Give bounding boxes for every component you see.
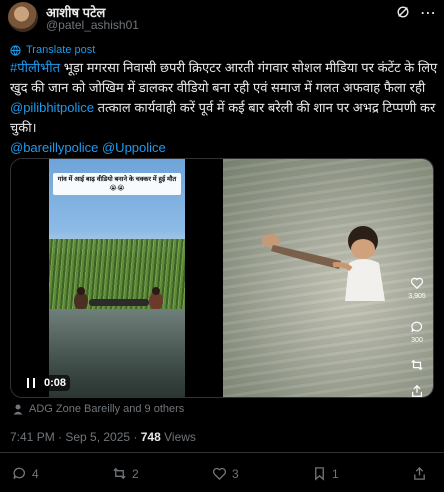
video-repost-action[interactable] <box>401 358 433 375</box>
bookmark-icon <box>315 467 324 481</box>
video-like-count: 3,905 <box>408 293 426 300</box>
translate-label: Translate post <box>26 44 96 56</box>
video-left-panel: गांव में आई बाढ़ वीडियो बनाने के चक्कर म… <box>11 159 223 397</box>
repost-count: 2 <box>132 466 139 481</box>
video-share-action[interactable] <box>401 384 433 401</box>
mention-link-uppolice[interactable]: @Uppolice <box>102 140 166 155</box>
video-like-action[interactable]: 3,905 <box>401 276 433 300</box>
translate-post-link[interactable]: Translate post <box>10 44 95 56</box>
mention-link-bareillypolice[interactable]: @bareillypolice <box>10 140 98 155</box>
video-comment-count: 300 <box>411 337 423 344</box>
repost-button[interactable]: 2 <box>112 466 139 481</box>
tweet-meta: 7:41 PM · Sep 5, 2025 · 748 Views <box>10 430 196 444</box>
video-timestamp: 0:08 <box>40 375 71 391</box>
bookmark-count: 1 <box>332 466 339 481</box>
tweet-header: आशीष पटेल @patel_ashish01 ⋯ <box>0 0 444 36</box>
video-controls[interactable]: 0:08 <box>27 375 71 391</box>
video-player[interactable]: गांव में आई बाढ़ वीडियो बनाने के चक्कर म… <box>10 158 434 398</box>
translate-icon <box>10 44 21 56</box>
views-count: 748 <box>140 430 161 444</box>
views-label: Views <box>160 430 196 444</box>
repost-icon <box>113 467 126 480</box>
video-comment-action[interactable]: 300 <box>401 320 433 344</box>
grok-icon[interactable] <box>396 5 410 19</box>
tweet-actions: 4 2 3 1 <box>0 466 444 486</box>
tweet-text-part1: भूड़ा मगरसा निवासी छपरी क्रिएटर आरती गंग… <box>10 60 438 95</box>
children-figures <box>262 226 385 301</box>
like-button[interactable]: 3 <box>212 466 239 481</box>
avatar[interactable] <box>8 2 38 32</box>
share-button[interactable] <box>412 466 427 481</box>
like-count: 3 <box>232 466 239 481</box>
video-caption-overlay: गांव में आई बाढ़ वीडियो बनाने के चक्कर म… <box>53 173 181 195</box>
reposted-by[interactable]: ADG Zone Bareilly and 9 others <box>12 403 184 415</box>
bookmark-button[interactable]: 1 <box>312 466 339 481</box>
tweet-time-date[interactable]: 7:41 PM · Sep 5, 2025 · <box>10 430 141 444</box>
mention-link-pilibhitpolice[interactable]: @pilibhitpolice <box>10 100 94 115</box>
like-icon <box>213 467 226 481</box>
tweet-text: #पीलीभीत भूड़ा मगरसा निवासी छपरी क्रिएटर… <box>10 58 438 158</box>
hashtag-link[interactable]: #पीलीभीत <box>10 60 60 75</box>
comment-icon <box>411 321 423 333</box>
video-frame-left: गांव में आई बाढ़ वीडियो बनाने के चक्कर म… <box>49 159 185 397</box>
more-icon[interactable]: ⋯ <box>420 3 436 23</box>
reply-count: 4 <box>32 466 39 481</box>
repost-icon <box>411 359 423 371</box>
share-icon <box>412 384 422 397</box>
reply-icon <box>13 467 25 480</box>
author-handle[interactable]: @patel_ashish01 <box>46 18 139 32</box>
pause-icon[interactable] <box>27 378 35 388</box>
divider <box>0 452 444 453</box>
share-icon <box>414 466 425 480</box>
heart-icon <box>410 277 424 290</box>
reposted-by-label: ADG Zone Bareilly and 9 others <box>29 403 185 415</box>
user-icon <box>13 404 23 415</box>
reply-button[interactable]: 4 <box>12 466 39 481</box>
